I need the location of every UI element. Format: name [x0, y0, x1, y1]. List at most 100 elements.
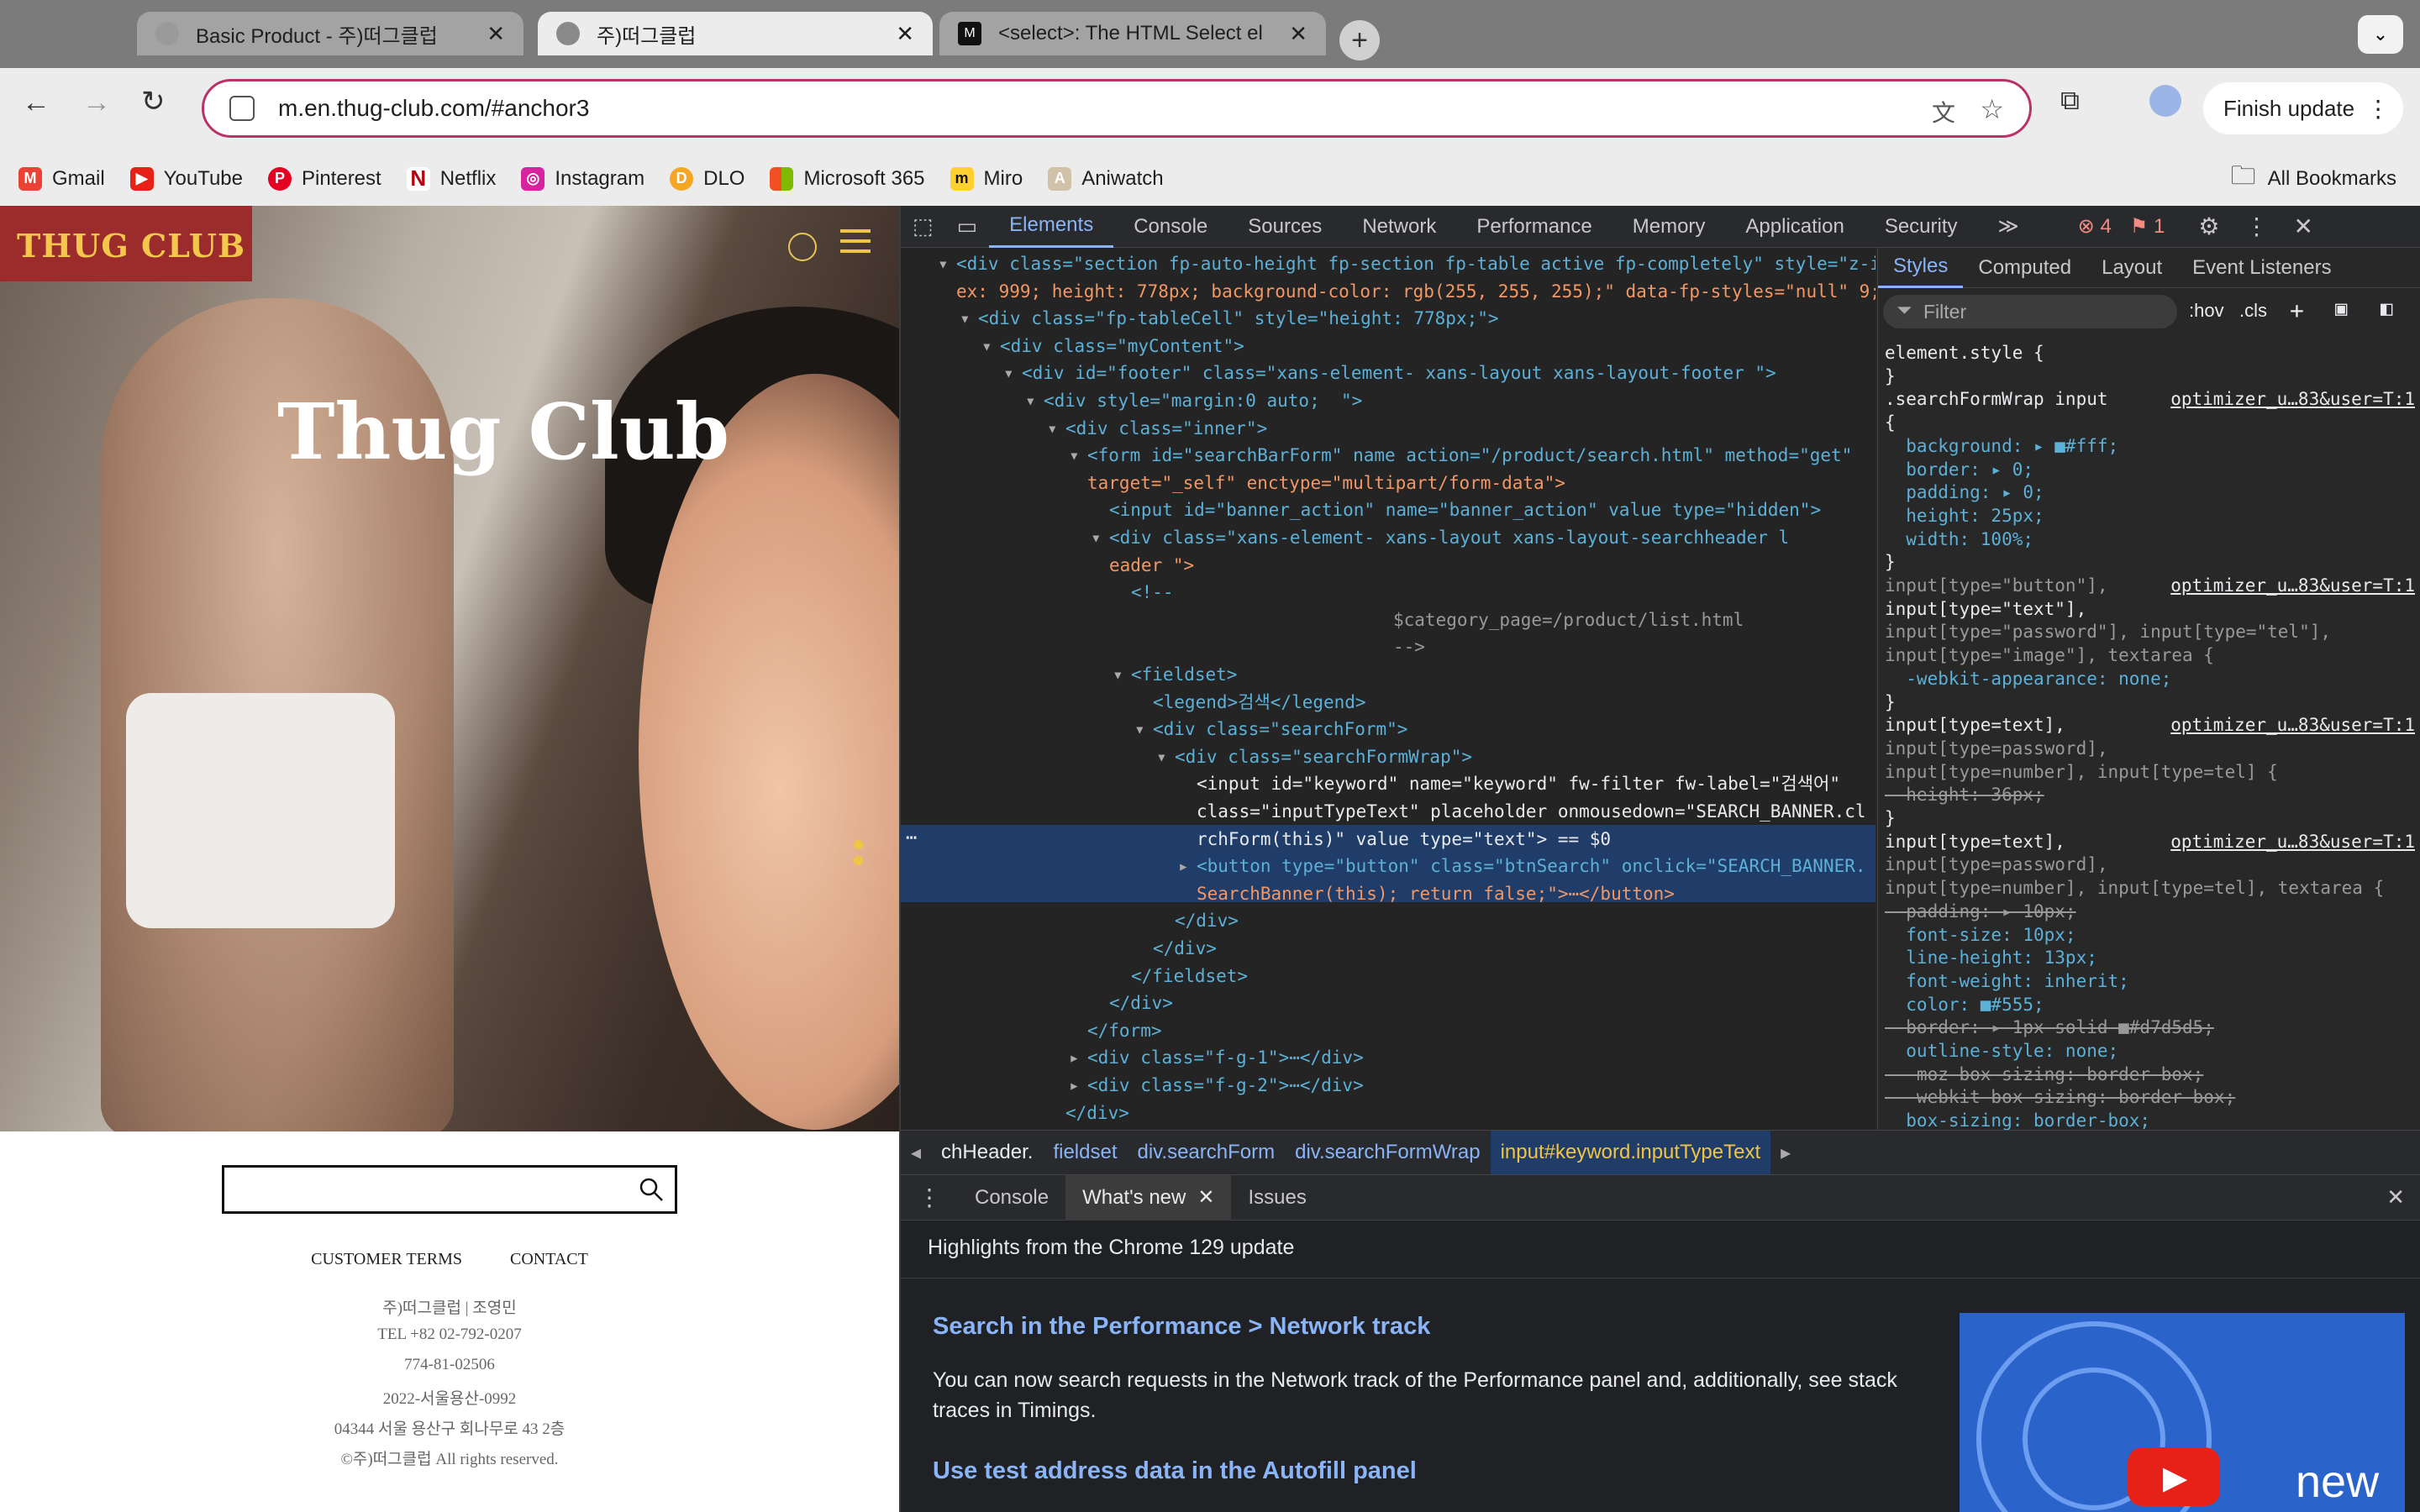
dom-node-line[interactable]: rchForm(this)" value type="text"> == $0	[1197, 827, 1611, 853]
browser-tab-active[interactable]: 주)떠그클럽 ✕	[538, 12, 933, 55]
elements-dom-tree[interactable]: ▾ <div class="section fp-auto-height fp-s…	[901, 248, 1876, 1130]
whats-new-video-thumbnail[interactable]: ▶ new	[1960, 1313, 2405, 1512]
expand-triangle-icon[interactable]: ▾	[1003, 360, 1014, 386]
css-rule-line[interactable]: input[type=password],	[1885, 738, 2108, 760]
breadcrumb-left-arrow-icon[interactable]: ◂	[901, 1141, 931, 1165]
drawer-menu-icon[interactable]: ⋮	[901, 1175, 958, 1221]
css-rule-line[interactable]: font-size: 10px;	[1885, 924, 2075, 947]
address-bar[interactable]: m.en.thug-club.com/#anchor3 文 ☆	[202, 79, 2032, 138]
css-rule-line[interactable]: border: ▸ 0;	[1885, 459, 2033, 481]
close-tab-icon[interactable]: ✕	[1289, 21, 1307, 47]
node-more-options-icon[interactable]: ⋯	[906, 827, 917, 848]
bookmark-gmail[interactable]: M Gmail	[18, 166, 105, 191]
finish-update-button[interactable]: Finish update ⋮	[2203, 82, 2403, 134]
dom-node-line[interactable]: ▾ <form id="searchBarForm" name action="/…	[1069, 443, 1852, 469]
tab-security[interactable]: Security	[1865, 206, 1978, 248]
forward-arrow-icon[interactable]: →	[82, 87, 111, 119]
dom-node-line[interactable]: target="_self" enctype="multipart/form-d…	[1087, 470, 1565, 496]
breadcrumb-item[interactable]: div.searchFormWrap	[1285, 1141, 1491, 1164]
dom-node-line[interactable]: -->	[1393, 634, 1425, 660]
tab-network[interactable]: Network	[1342, 206, 1456, 248]
bookmark-netflix[interactable]: N Netflix	[406, 165, 496, 191]
expand-triangle-icon[interactable]: ▾	[1047, 416, 1058, 442]
dom-node-line[interactable]: ▾ <div style="margin:0 auto; ">	[1025, 388, 1362, 414]
css-rule-line[interactable]: padding: ▸ 0;	[1885, 481, 2044, 504]
contact-link[interactable]: CONTACT	[510, 1250, 588, 1268]
stylesheet-source-link[interactable]: optimizer_u…83&user=T:1	[2170, 575, 2415, 597]
paint-brush-icon[interactable]: ▣	[2335, 297, 2347, 320]
tab-event-listeners[interactable]: Event Listeners	[2177, 248, 2346, 288]
dom-node-line[interactable]: class="inputTypeText" placeholder onmous…	[1197, 799, 1866, 825]
dom-node-line[interactable]: ▾ <div class="searchFormWrap">	[1156, 744, 1472, 770]
close-tab-icon[interactable]: ✕	[487, 21, 505, 47]
css-rule-line[interactable]: input[type="password"], input[type="tel"…	[1885, 621, 2331, 643]
browser-tab-mdn[interactable]: M <select>: The HTML Select el ✕	[939, 12, 1326, 55]
dom-node-line[interactable]: </div>	[1175, 908, 1239, 934]
css-rule-line[interactable]: outline-style: none;	[1885, 1040, 2118, 1063]
feature-heading-link[interactable]: Use test address data in the Autofill pa…	[933, 1457, 1417, 1485]
styles-filter-input[interactable]: ⏷ Filter	[1883, 295, 2177, 328]
css-rule-line[interactable]: padding: ▸ 10px;	[1885, 900, 2075, 923]
drawer-tab-console[interactable]: Console	[958, 1175, 1065, 1221]
css-rule-line[interactable]: input[type="button"],	[1885, 575, 2108, 597]
dom-node-line[interactable]: </form>	[1087, 1018, 1162, 1044]
expand-triangle-icon[interactable]: ▾	[960, 306, 971, 332]
close-devtools-icon[interactable]: ✕	[2293, 213, 2312, 240]
css-rule-line[interactable]: input[type=number], input[type=tel], tex…	[1885, 877, 2384, 900]
dom-node-line[interactable]: ▾ <div class="myContent">	[981, 333, 1244, 360]
css-rule-line[interactable]: height: 36px;	[1885, 784, 2044, 806]
breadcrumb-right-arrow-icon[interactable]: ▸	[1770, 1141, 1801, 1165]
hamburger-menu-icon[interactable]	[840, 229, 871, 253]
css-rule-line[interactable]: background: ▸ ■#fff;	[1885, 435, 2118, 458]
css-rule-line[interactable]: box-sizing: border-box;	[1885, 1110, 2150, 1130]
dom-node-line[interactable]: <!--	[1131, 580, 1174, 606]
site-logo[interactable]: THUG CLUB	[17, 227, 245, 265]
css-rule-line[interactable]: }	[1885, 365, 1896, 388]
settings-gear-icon[interactable]: ⚙	[2198, 213, 2219, 240]
back-arrow-icon[interactable]: ←	[22, 87, 50, 119]
tab-console[interactable]: Console	[1113, 206, 1228, 248]
tab-application[interactable]: Application	[1725, 206, 1864, 248]
dom-node-line[interactable]: ▾ <fieldset>	[1113, 662, 1237, 688]
expand-triangle-icon[interactable]: ▾	[1069, 443, 1080, 469]
expand-triangle-icon[interactable]: ▾	[1025, 388, 1036, 414]
expand-triangle-icon[interactable]: ▾	[1113, 662, 1123, 688]
more-tabs-icon[interactable]: ≫	[1978, 206, 2039, 248]
stylesheet-source-link[interactable]: optimizer_u…83&user=T:1	[2170, 388, 2415, 411]
translate-icon[interactable]: 文	[1932, 95, 1955, 129]
dom-node-line[interactable]: <input id="banner_action" name="banner_a…	[1109, 497, 1821, 523]
expand-triangle-icon[interactable]: ▾	[1091, 525, 1102, 551]
search-icon[interactable]	[638, 1176, 665, 1203]
dom-node-line[interactable]: ▾ <div class="section fp-auto-height fp-s…	[938, 251, 1876, 277]
css-rule-line[interactable]: color: ■#555;	[1885, 994, 2044, 1016]
dom-node-line[interactable]: ▸ <button type="button" class="btnSearch"…	[1178, 853, 1866, 879]
site-info-icon[interactable]	[229, 96, 255, 121]
hov-toggle[interactable]: :hov	[2189, 300, 2224, 322]
stylesheet-source-link[interactable]: optimizer_u…83&user=T:1	[2170, 831, 2415, 853]
dom-node-line[interactable]: </div>	[1065, 1100, 1129, 1126]
bookmark-miro[interactable]: m Miro	[950, 166, 1023, 191]
close-tab-icon[interactable]: ✕	[896, 21, 914, 47]
extensions-puzzle-icon[interactable]: ⧉	[2060, 85, 2080, 117]
dom-node-line[interactable]: ▸ <div class="f-g-1">⋯</div>	[1069, 1045, 1364, 1071]
dom-node-line[interactable]: ▾ <div id="footer" class="xans-element- x…	[1003, 360, 1776, 386]
breadcrumb-item[interactable]: chHeader.	[931, 1141, 1043, 1164]
css-rule-line[interactable]: font-weight: inherit;	[1885, 970, 2129, 993]
css-rule-line[interactable]: -webkit-appearance: none;	[1885, 668, 2171, 690]
url-text[interactable]: m.en.thug-club.com/#anchor3	[278, 95, 589, 122]
css-rule-line[interactable]: input[type="image"], textarea {	[1885, 644, 2214, 667]
breadcrumb-item[interactable]: fieldset	[1043, 1141, 1127, 1164]
bookmark-microsoft-365[interactable]: Microsoft 365	[770, 166, 925, 191]
reload-icon[interactable]: ↻	[141, 85, 166, 118]
globe-icon[interactable]	[788, 233, 817, 261]
css-rule-line[interactable]: input[type=text],	[1885, 714, 2065, 737]
bookmark-youtube[interactable]: ▶ YouTube	[129, 166, 243, 191]
css-rule-line[interactable]: -webkit-box-sizing: border-box;	[1885, 1086, 2235, 1109]
css-rule-line[interactable]: width: 100%;	[1885, 528, 2033, 551]
browser-tab-basic-product[interactable]: Basic Product - 주)떠그클럽 ✕	[137, 12, 523, 55]
css-rule-line[interactable]: height: 25px;	[1885, 505, 2044, 528]
expand-triangle-icon[interactable]: ▾	[1156, 744, 1167, 770]
dom-node-line[interactable]: </div>	[1109, 990, 1173, 1016]
css-rule-line[interactable]: line-height: 13px;	[1885, 947, 2097, 969]
add-rule-icon[interactable]: +	[2290, 297, 2304, 324]
